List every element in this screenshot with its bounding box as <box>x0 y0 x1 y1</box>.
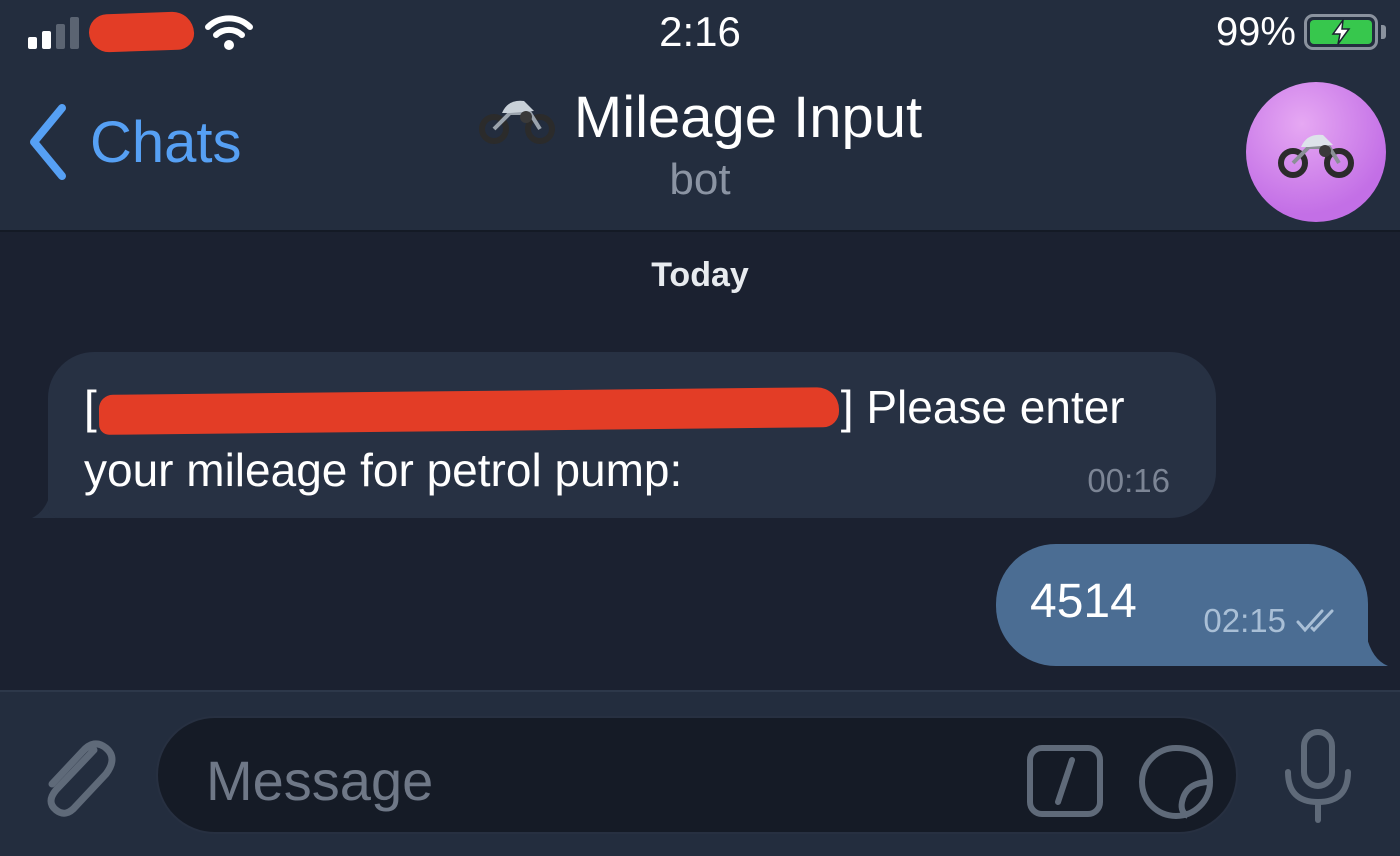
battery-percent: 99% <box>1215 9 1296 54</box>
microphone-icon[interactable] <box>1280 728 1356 824</box>
incoming-message[interactable]: [] Please enter your mileage for petrol … <box>48 352 1216 518</box>
bot-avatar[interactable] <box>1246 82 1386 222</box>
bot-commands-icon[interactable] <box>1026 744 1104 818</box>
outgoing-bubble-tail <box>1350 622 1388 666</box>
double-check-icon <box>1296 609 1334 633</box>
composer-bar: Message <box>0 690 1400 856</box>
chat-subtitle: bot <box>669 155 731 204</box>
outgoing-message[interactable]: 4514 02:15 <box>996 544 1368 666</box>
paperclip-icon[interactable] <box>32 728 116 820</box>
redaction-mark <box>98 386 839 435</box>
sticker-icon[interactable] <box>1136 742 1216 822</box>
chat-title: Mileage Input <box>573 85 923 150</box>
incoming-message-time: 00:16 <box>1087 462 1170 499</box>
status-right: 99% <box>1216 10 1386 54</box>
chat-title-block[interactable]: Mileage Input bot <box>0 84 1400 205</box>
charging-bolt-icon <box>1331 19 1351 45</box>
outgoing-message-time: 02:15 <box>1203 602 1286 639</box>
battery-icon <box>1304 14 1386 50</box>
chat-header: 2:16 99% Chats Mileage Input bot <box>0 0 1400 232</box>
outgoing-message-meta: 02:15 <box>1203 602 1336 640</box>
outgoing-message-text: 4514 <box>1030 575 1137 628</box>
status-time: 2:16 <box>659 8 741 55</box>
date-separator: Today <box>651 256 749 294</box>
motorcycle-icon <box>1278 134 1354 178</box>
incoming-message-text: [] Please enter your mileage for petrol … <box>84 381 1125 496</box>
motorcycle-icon <box>478 100 555 144</box>
message-input[interactable]: Message <box>156 716 1238 834</box>
message-placeholder: Message <box>206 749 434 812</box>
